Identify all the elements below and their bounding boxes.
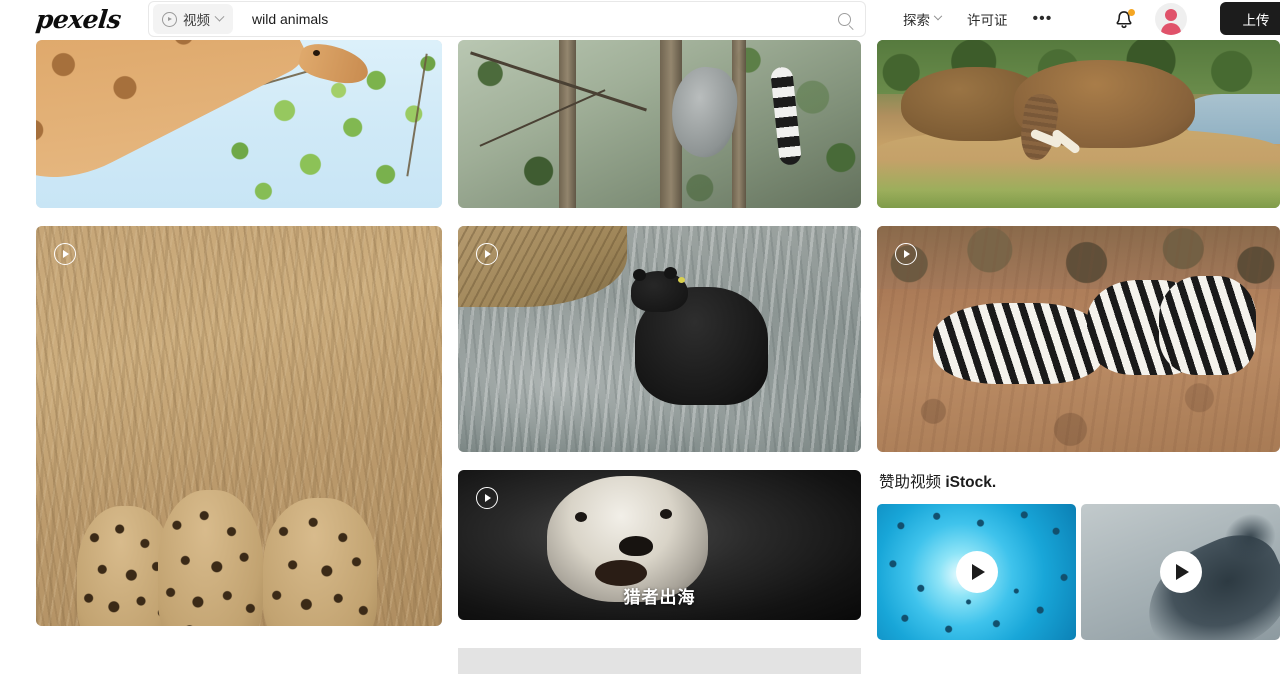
sponsored-card-fish[interactable] — [877, 504, 1076, 640]
results-column-2: 猎者出海 — [458, 40, 861, 638]
media-type-filter[interactable]: 视频 — [153, 4, 233, 34]
cheetah-spots — [157, 490, 264, 626]
user-avatar-icon — [1165, 9, 1177, 21]
nav-item-explore[interactable]: 探索 — [890, 9, 954, 29]
play-solid-icon[interactable] — [955, 551, 998, 593]
video-card-otter[interactable]: 猎者出海 — [458, 470, 861, 620]
site-header: pexels 视频 探索 许可证 ••• 上传 — [0, 0, 1280, 38]
primary-nav: 探索 许可证 ••• — [890, 0, 1064, 38]
play-solid-icon[interactable] — [1159, 551, 1202, 593]
otter-nose — [619, 536, 654, 556]
sponsored-label: 赞助视频 — [879, 474, 946, 491]
sponsored-card-birds[interactable] — [1081, 504, 1280, 640]
video-card-zebras[interactable] — [877, 226, 1280, 452]
pexels-logo[interactable]: pexels — [34, 5, 122, 34]
results-column-1 — [36, 40, 442, 644]
search-input[interactable] — [252, 11, 823, 27]
video-card-giraffe[interactable] — [36, 40, 442, 208]
nav-item-license-label: 许可证 — [967, 13, 1008, 28]
play-circle-icon[interactable] — [476, 487, 498, 509]
bear-ear — [663, 266, 677, 279]
search-submit-button[interactable] — [823, 1, 865, 37]
nav-item-explore-label: 探索 — [903, 13, 930, 28]
play-circle-icon[interactable] — [54, 243, 76, 265]
cheetah-middle — [157, 490, 264, 626]
avatar[interactable] — [1155, 3, 1187, 35]
notification-badge-dot — [1128, 9, 1135, 16]
notifications-button[interactable] — [1113, 9, 1135, 31]
cheetah-right — [263, 498, 378, 626]
tree-trunk — [558, 40, 576, 208]
video-card-lemur[interactable] — [458, 40, 861, 208]
search-icon — [837, 12, 851, 26]
sponsored-heading: 赞助视频 iStock. — [879, 470, 1280, 492]
otter-eye — [574, 512, 587, 522]
video-results-grid: 猎者出海 赞助视频 iStock. — [0, 38, 1280, 674]
video-card-cheetahs[interactable] — [36, 226, 442, 626]
thumbnail-bear — [458, 226, 861, 452]
media-type-label: 视频 — [183, 13, 210, 28]
nav-item-license[interactable]: 许可证 — [954, 9, 1021, 29]
cheetah-spots — [263, 498, 378, 626]
otter-eye — [659, 509, 672, 519]
bear-eye — [677, 276, 685, 283]
play-circle-icon — [162, 11, 177, 27]
avatar-body-shape — [1161, 23, 1181, 35]
video-caption-overlay: 猎者出海 — [623, 588, 696, 607]
chevron-down-icon — [214, 11, 225, 22]
sponsored-videos-row — [877, 504, 1280, 640]
thumbnail-cheetahs — [36, 226, 442, 626]
thumbnail-elephants — [877, 40, 1280, 208]
video-card-bear[interactable] — [458, 226, 861, 452]
search-bar[interactable]: 视频 — [148, 1, 866, 37]
thumbnail-zebras — [877, 226, 1280, 452]
play-circle-icon[interactable] — [476, 243, 498, 265]
thumbnail-giraffe — [36, 40, 442, 208]
zebra-foal — [1159, 275, 1256, 376]
zebra-grazing — [933, 302, 1103, 385]
video-card-elephants[interactable] — [877, 40, 1280, 208]
chevron-down-icon — [933, 11, 943, 21]
sponsored-brand: iStock. — [945, 474, 997, 491]
upload-button[interactable]: 上传 — [1220, 2, 1280, 35]
thumbnail-lemur — [458, 40, 861, 208]
results-column-3: 赞助视频 iStock. — [877, 40, 1280, 640]
ellipsis-icon[interactable]: ••• — [1021, 10, 1065, 28]
page-bottom-strip — [458, 648, 861, 674]
play-circle-icon[interactable] — [895, 243, 917, 265]
